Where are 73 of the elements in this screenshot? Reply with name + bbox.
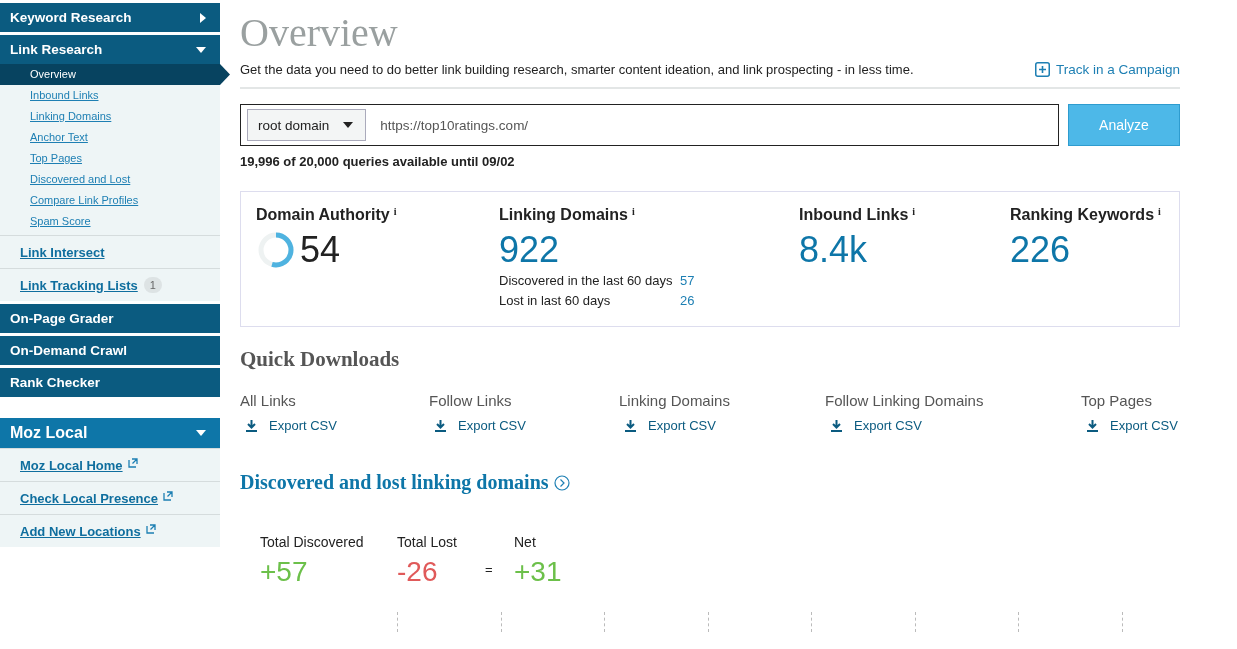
external-link-icon [163,491,174,501]
caret-right-icon [200,12,206,23]
sidebar-section-header[interactable]: Link Research [0,35,220,64]
total-value: +57 [260,556,309,588]
download-icon [831,419,842,432]
sidebar-subitem[interactable]: Discovered and Lost [0,169,220,190]
external-link-icon [145,524,156,534]
equals-sign: = [485,562,494,577]
metric-label: Linking Domains [499,206,628,224]
total-value: -26 [397,556,439,588]
sidebar-subitem[interactable]: Overview [0,64,230,85]
sidebar-section-header[interactable]: On-Demand Crawl [0,336,220,365]
sidebar-link[interactable]: Link Intersect [20,244,105,260]
download-icon [625,419,636,432]
caret-down-icon [343,122,354,128]
export-csv-link[interactable]: Export CSV [240,418,429,433]
download-label: Top Pages [1081,392,1153,409]
scope-dropdown[interactable]: root domain [247,109,367,141]
track-campaign-link[interactable]: Track in a Campaign [1034,62,1180,77]
download-label: Follow Linking Domains [825,392,985,409]
external-link-icon [127,458,138,468]
total-label: Total Lost [397,534,458,550]
plus-icon [1034,62,1050,77]
page-title: Overview [240,10,399,56]
sidebar-subitem[interactable]: Inbound Links [0,85,220,106]
info-icon[interactable]: i [631,206,635,224]
metric-label: Domain Authority [256,206,390,224]
total-label: Total Discovered [260,534,365,550]
sidebar-link[interactable]: Link Tracking Lists [20,277,138,293]
count-badge: 1 [143,277,162,293]
download-label: Follow Links [429,392,513,409]
export-csv-link[interactable]: Export CSV [1081,418,1178,433]
query-quota: 19,996 of 20,000 queries available until 09/02 [240,154,516,169]
detail-value: 57 [680,272,695,290]
sidebar-subitem[interactable]: Compare Link Profiles [0,190,220,211]
sidebar-subitem[interactable]: Spam Score [0,211,220,232]
caret-down-icon [196,46,206,53]
metric-value: 922 [499,229,561,271]
page-description: Get the data you need to do better link building research, smarter content ideation, and link prospecting - in less time. [240,62,914,77]
chevron-circle-icon[interactable] [553,474,570,491]
total-label: Net [514,534,537,550]
detail-value: 26 [680,292,695,310]
download-icon [435,419,446,432]
detail-label: Lost in last 60 days [499,292,612,310]
download-icon [246,419,257,432]
search-field[interactable]: root domain https://top10ratings.com/ [240,104,1059,146]
sidebar-section-header[interactable]: Rank Checker [0,368,220,397]
download-label: All Links [240,392,297,409]
info-icon[interactable]: i [912,206,916,224]
info-icon[interactable]: i [1158,206,1161,224]
total-value: +31 [514,556,562,588]
sidebar-section-header[interactable]: Moz Local [0,418,220,448]
metric-value: 54 [300,229,341,271]
metric-value: 226 [1010,229,1072,271]
export-csv-link[interactable]: Export CSV [619,418,825,433]
export-csv-link[interactable]: Export CSV [825,418,1081,433]
metric-label: Ranking Keywords [1010,206,1155,224]
sidebar-section-header[interactable]: Keyword Research [0,3,220,32]
caret-down-icon [196,430,206,436]
detail-label: Discovered in the last 60 days [499,272,674,290]
sidebar-subitem[interactable]: Anchor Text [0,127,220,148]
authority-ring [256,230,296,270]
metric-label: Inbound Links [799,206,909,224]
section-heading: Discovered and lost linking domains [240,471,549,494]
section-heading: Quick Downloads [240,347,401,372]
download-label: Linking Domains [619,392,731,409]
export-csv-link[interactable]: Export CSV [429,418,619,433]
metric-value: 8.4k [799,229,869,271]
download-icon [1087,419,1098,432]
sidebar-section-header[interactable]: On-Page Grader [0,304,220,333]
info-icon[interactable]: i [393,206,397,224]
sidebar-subitem[interactable]: Linking Domains [0,106,220,127]
sidebar-subitem[interactable]: Top Pages [0,148,220,169]
